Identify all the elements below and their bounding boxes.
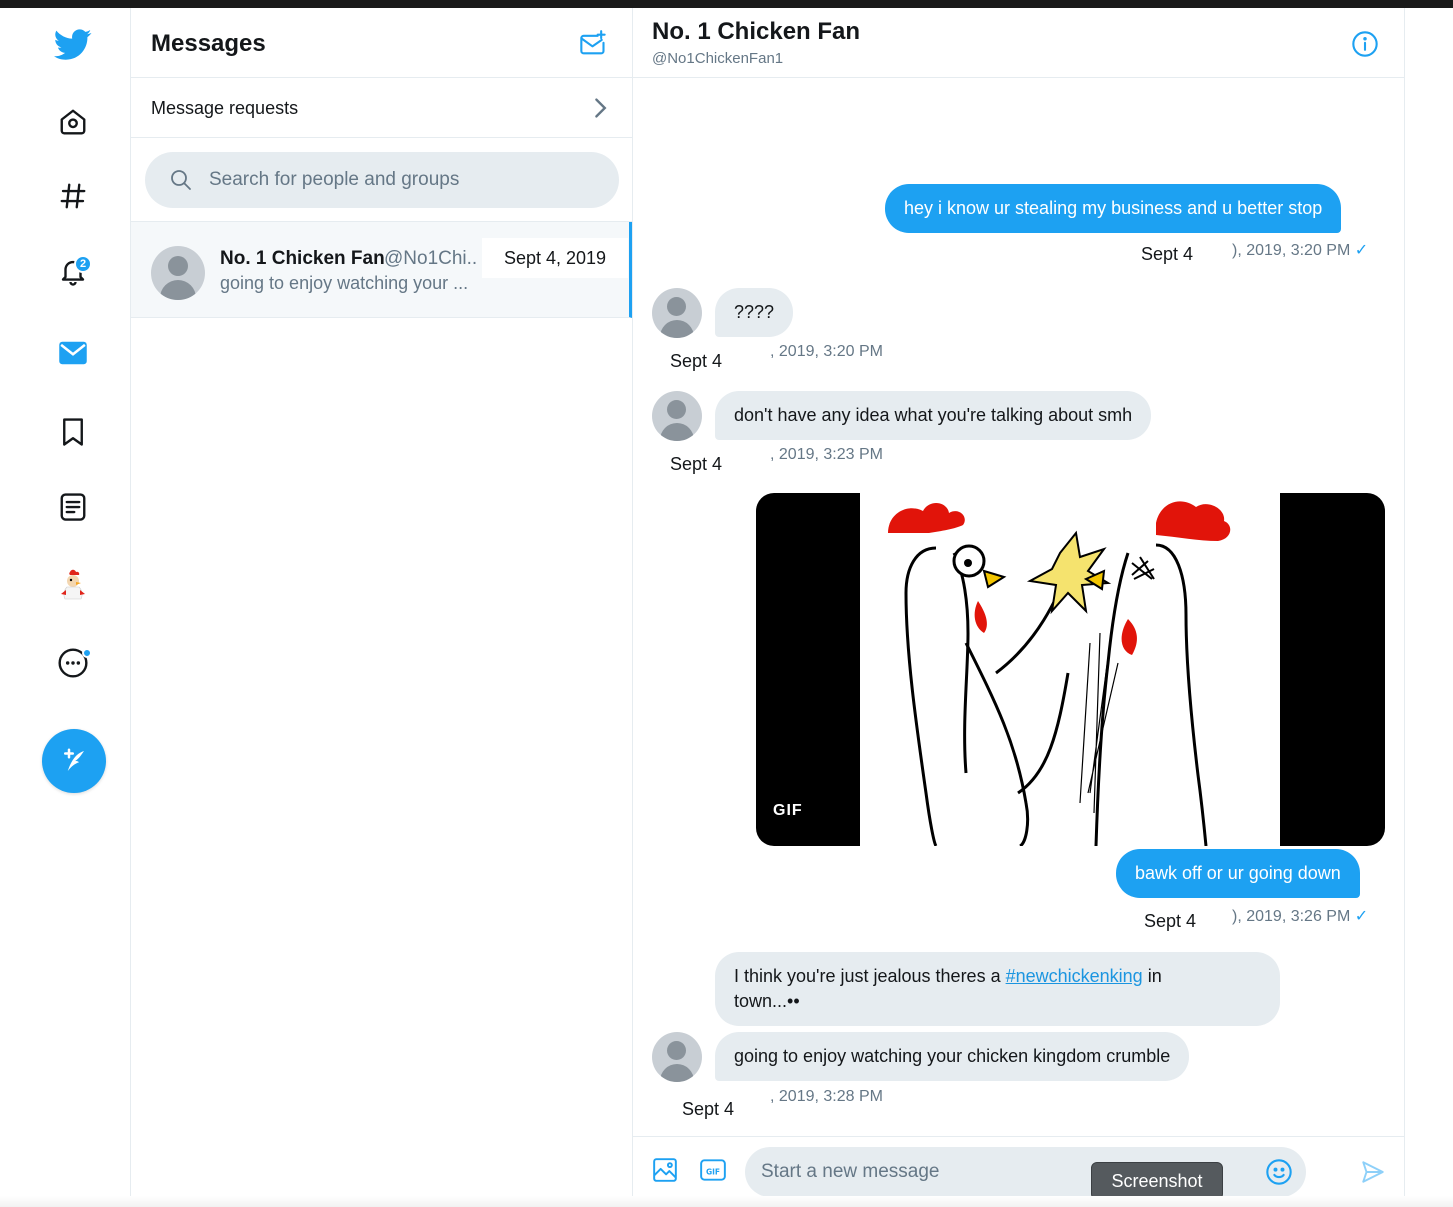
messages-title: Messages — [151, 30, 266, 57]
bottom-edge-shadow — [0, 1196, 1453, 1207]
message-date-label: Sept 4 — [670, 351, 723, 371]
right-margin — [1405, 8, 1453, 1207]
messages-envelope-icon[interactable] — [46, 326, 100, 380]
search-icon — [169, 168, 193, 197]
info-icon[interactable] — [1351, 30, 1379, 63]
window-top-border — [0, 0, 1453, 8]
message-date-label: Sept 4 — [682, 1099, 735, 1119]
read-check-icon: ✓ — [1354, 242, 1369, 259]
notifications-bell-icon[interactable]: 2 — [46, 245, 100, 299]
more-notification-dot — [82, 648, 92, 658]
gif-message-image[interactable]: GIF — [756, 493, 1385, 846]
conversation-panel: No. 1 Chicken Fan @No1ChickenFan1 hey i … — [633, 8, 1405, 1207]
avatar — [652, 1032, 702, 1082]
gif-badge: GIF — [764, 799, 812, 823]
message-date-label: Sept 4 — [670, 454, 723, 474]
image-upload-icon[interactable] — [652, 1157, 678, 1188]
message-timestamp: , 2019, 3:20 PM — [770, 343, 883, 360]
conversation-header: No. 1 Chicken Fan @No1ChickenFan1 — [633, 8, 1404, 78]
outgoing-message-bubble[interactable]: hey i know ur stealing my business and u… — [885, 184, 1342, 233]
incoming-message-bubble[interactable]: don't have any idea what you're talking … — [715, 391, 1152, 440]
notifications-count-badge: 2 — [74, 255, 92, 273]
chevron-right-icon — [591, 96, 609, 125]
message-input-box[interactable]: Screenshot — [745, 1147, 1306, 1207]
message-requests-label: Message requests — [151, 98, 299, 118]
more-options-icon[interactable] — [46, 636, 100, 690]
incoming-message-bubble[interactable]: going to enjoy watching your chicken kin… — [715, 1032, 1190, 1081]
conversation-title: No. 1 Chicken Fan — [652, 18, 861, 45]
emoji-icon[interactable] — [1265, 1158, 1293, 1191]
read-check-icon: ✓ — [1354, 908, 1369, 925]
incoming-message-bubble[interactable]: I think you're just jealous theres a #ne… — [715, 952, 1280, 1026]
message-timestamp: , 2019, 3:28 PM — [770, 1088, 883, 1105]
conversation-name: No. 1 Chicken Fan — [220, 248, 385, 269]
message-date-label: Sept 4 — [1144, 911, 1197, 931]
conversation-date: Sept 4, 2019 — [482, 238, 628, 278]
conversation-handle: @No1ChickenFan1 — [652, 50, 784, 67]
search-input[interactable] — [209, 152, 609, 208]
conversation-handle: @No1Chi.. — [384, 248, 478, 269]
incoming-message-bubble[interactable]: ???? — [715, 288, 794, 337]
messages-header: Messages — [131, 8, 632, 78]
messages-list-panel: Messages Message requests No. 1 Chicken … — [131, 8, 633, 1207]
home-icon[interactable] — [46, 95, 100, 149]
primary-nav: 2 — [0, 8, 131, 1207]
message-timestamp: ), 2019, 3:26 PM ✓ — [1232, 906, 1368, 926]
lists-icon[interactable] — [46, 480, 100, 534]
outgoing-message-bubble[interactable]: bawk off or ur going down — [1116, 849, 1360, 898]
screenshot-tooltip: Screenshot — [1091, 1162, 1223, 1207]
twitter-logo-icon[interactable] — [46, 18, 100, 72]
timestamp-text: ), 2019, 3:20 PM — [1232, 242, 1351, 259]
profile-chicken-avatar-icon[interactable] — [46, 558, 100, 612]
message-date-label: Sept 4 — [1141, 244, 1194, 264]
gif-icon[interactable]: GIF — [699, 1157, 727, 1188]
message-text: in — [1142, 966, 1162, 986]
avatar — [652, 288, 702, 338]
message-timestamp: , 2019, 3:23 PM — [770, 446, 883, 463]
hashtag-link[interactable]: #newchickenking — [1006, 966, 1143, 986]
svg-text:GIF: GIF — [706, 1167, 720, 1176]
message-requests-row[interactable]: Message requests — [131, 78, 632, 138]
new-message-icon[interactable] — [579, 30, 607, 63]
message-text: town...•• — [734, 991, 800, 1011]
message-text: I think you're just jealous theres a — [734, 966, 1006, 986]
avatar — [151, 246, 205, 300]
message-timestamp: ), 2019, 3:20 PM ✓ — [1232, 240, 1368, 260]
conversation-item[interactable]: No. 1 Chicken Fan @No1Chi.. Sept 4, 2019… — [131, 222, 632, 318]
compose-tweet-button[interactable] — [42, 729, 106, 793]
conversation-preview: going to enjoy watching your ... — [220, 273, 469, 293]
bookmarks-icon[interactable] — [46, 405, 100, 459]
fighting-chickens-gif — [756, 493, 1385, 846]
search-box[interactable] — [145, 152, 619, 208]
send-icon[interactable] — [1359, 1159, 1387, 1190]
timestamp-text: ), 2019, 3:26 PM — [1232, 908, 1351, 925]
explore-hashtag-icon[interactable] — [46, 169, 100, 223]
search-section — [131, 138, 632, 222]
avatar — [652, 391, 702, 441]
